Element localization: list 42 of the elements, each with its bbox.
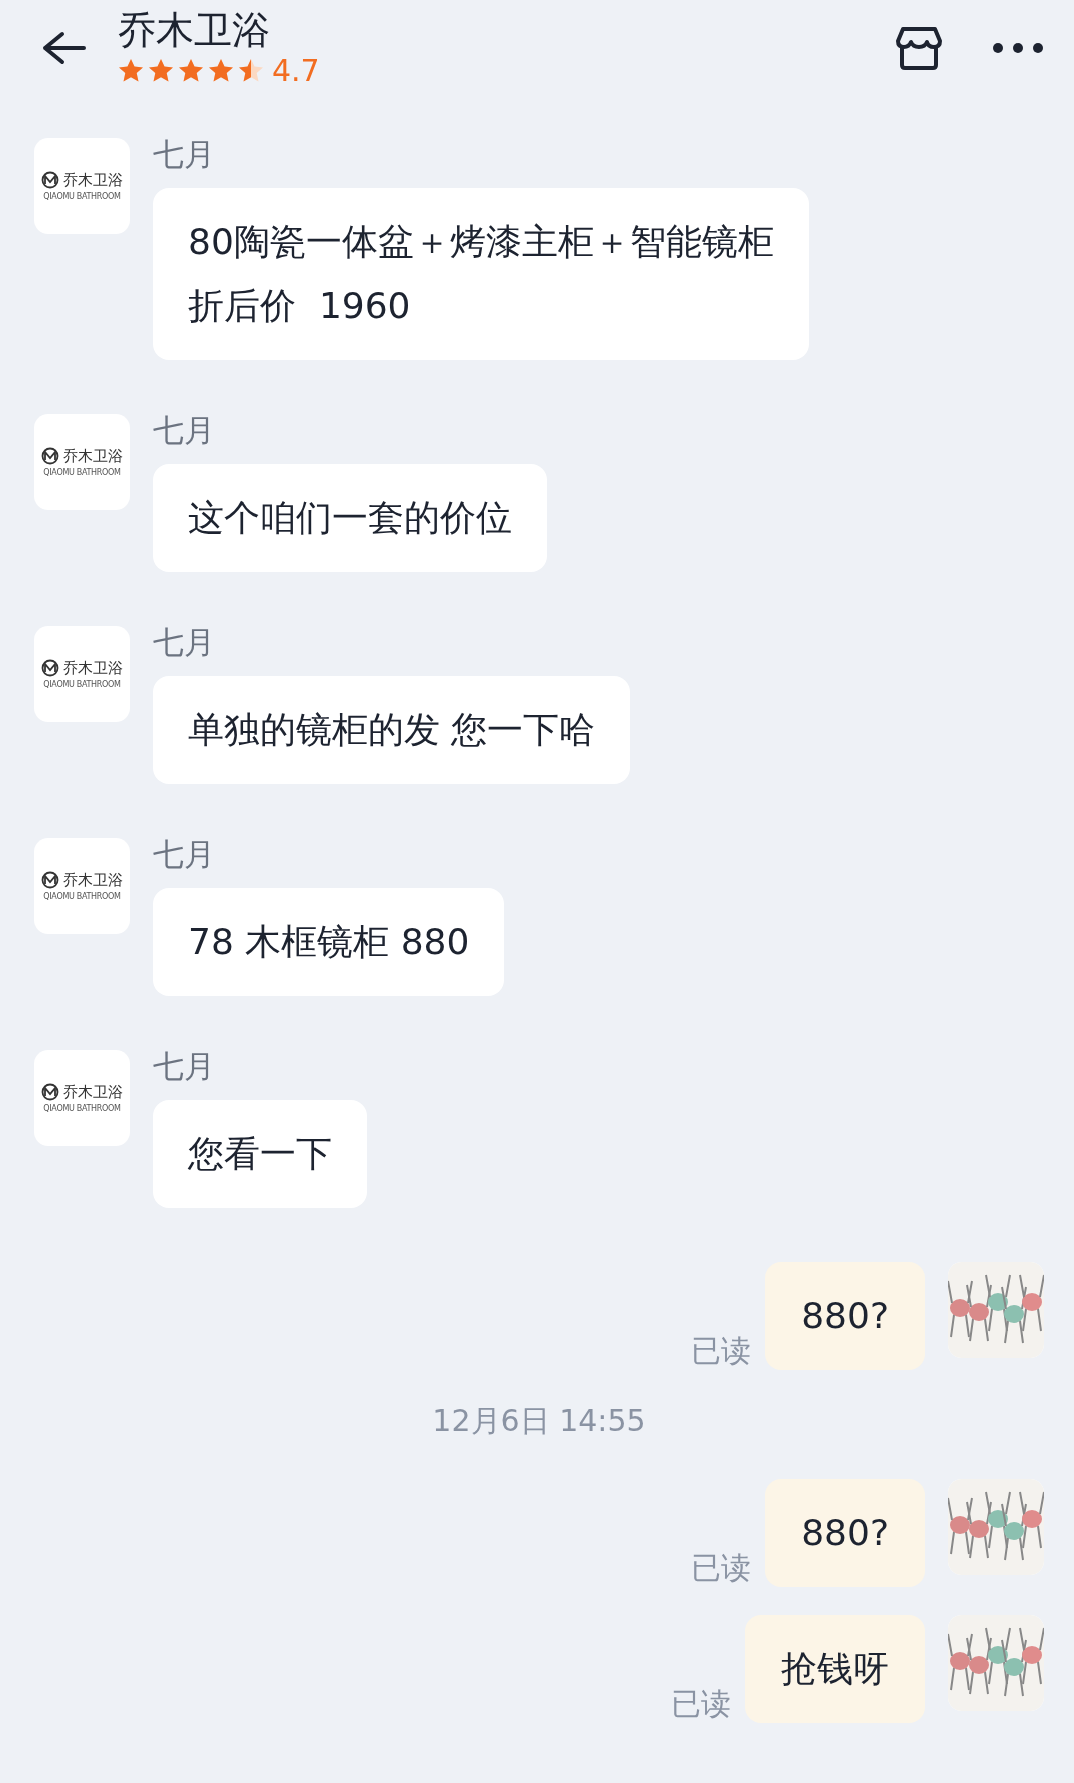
star-icon <box>148 58 174 84</box>
sender-name: 七月 <box>153 1047 215 1086</box>
logo-icon <box>41 871 59 889</box>
timestamp: 12月6日 14:55 <box>432 1403 646 1438</box>
read-status: 已读 <box>691 1336 752 1366</box>
logo-icon <box>41 659 59 677</box>
message-bubble: 880? <box>765 1479 925 1587</box>
message-bubble: 80陶瓷一体盆＋烤漆主柜＋智能镜柜 折后价 1960 <box>153 188 809 360</box>
read-status: 已读 <box>691 1553 752 1583</box>
message-bubble: 您看一下 <box>153 1100 367 1208</box>
logo-subtitle: QIAOMU BATHROOM <box>43 681 121 689</box>
logo-icon <box>41 171 59 189</box>
logo-text: 乔木卫浴 <box>63 172 123 188</box>
message-bubble: 这个咱们一套的价位 <box>153 464 547 572</box>
more-icon[interactable] <box>992 42 1044 54</box>
sender-name: 七月 <box>153 835 215 874</box>
logo-icon <box>41 447 59 465</box>
logo-text: 乔木卫浴 <box>63 448 123 464</box>
back-icon[interactable] <box>40 30 86 66</box>
star-icon <box>118 58 144 84</box>
logo-text: 乔木卫浴 <box>63 872 123 888</box>
logo-subtitle: QIAOMU BATHROOM <box>43 1105 121 1113</box>
logo-text: 乔木卫浴 <box>63 660 123 676</box>
message-bubble: 单独的镜柜的发 您一下哈 <box>153 676 631 784</box>
shop-icon[interactable] <box>894 25 944 71</box>
message-bubble: 880? <box>765 1262 925 1370</box>
rating-value: 4.7 <box>272 55 320 86</box>
logo-text: 乔木卫浴 <box>63 1084 123 1100</box>
logo-subtitle: QIAOMU BATHROOM <box>43 893 121 901</box>
star-icon <box>238 58 264 84</box>
read-status: 已读 <box>671 1689 731 1719</box>
sender-name: 七月 <box>153 623 215 662</box>
sender-name: 七月 <box>153 411 215 450</box>
message-bubble: 78 木框镜柜 880 <box>153 888 505 996</box>
shop-title: 乔木卫浴 <box>118 10 271 52</box>
logo-icon <box>41 1083 59 1101</box>
sender-name: 七月 <box>153 135 215 174</box>
logo-subtitle: QIAOMU BATHROOM <box>43 469 121 477</box>
message-bubble: 抢钱呀 <box>745 1615 925 1723</box>
star-icon <box>178 58 204 84</box>
logo-subtitle: QIAOMU BATHROOM <box>43 193 121 201</box>
star-icon <box>208 58 234 84</box>
